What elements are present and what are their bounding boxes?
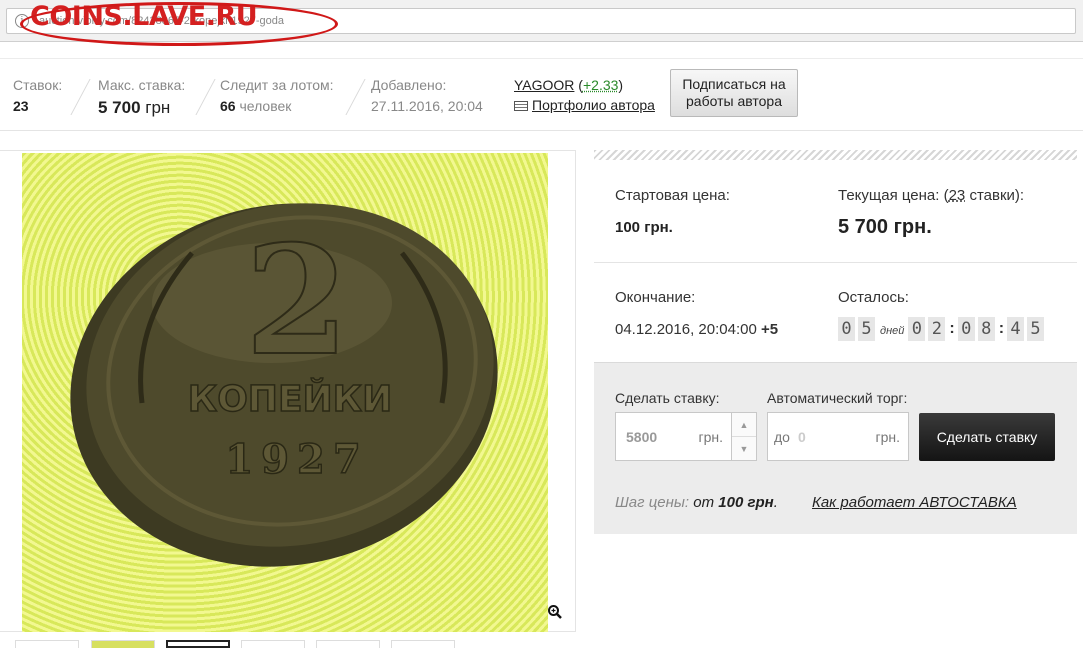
stepper-down-icon[interactable]: ▼: [732, 437, 756, 461]
countdown-timer: 0 5 дней 0 2 : 0 8 : 4 5: [838, 316, 1047, 342]
timer-digit: 2: [928, 317, 946, 341]
timer-digit: 5: [858, 317, 875, 341]
timer-digit: 0: [908, 317, 926, 341]
author-link[interactable]: YAGOOR: [514, 77, 574, 93]
end-label: Окончание:: [615, 289, 696, 306]
current-bids-link[interactable]: 23: [949, 187, 966, 204]
auto-bid-currency: грн.: [875, 429, 900, 445]
bid-label: Сделать ставку:: [615, 390, 720, 406]
price-step-info: Шаг цены: от 100 грн.: [615, 494, 778, 511]
thumbnail[interactable]: [316, 640, 380, 648]
zoom-icon[interactable]: [547, 604, 563, 620]
stat-added: Добавлено: 27.11.2016, 20:04: [371, 77, 483, 114]
bids-value: 23: [13, 98, 29, 114]
hatch-divider: [594, 150, 1077, 160]
days-label: дней: [880, 324, 905, 337]
stat-bids: Ставок: 23: [13, 77, 62, 114]
portfolio-link[interactable]: Портфолио автора: [532, 97, 655, 113]
step-value: 100 грн: [718, 494, 774, 511]
thumbnail[interactable]: [241, 640, 305, 648]
stat-max-bid: Макс. ставка: 5 700 грн: [98, 77, 185, 118]
timer-digit: 5: [1027, 317, 1045, 341]
place-bid-button[interactable]: Сделать ставку: [919, 413, 1055, 461]
subscribe-button[interactable]: Подписаться на работы автора: [670, 69, 798, 117]
timer-digit: 8: [977, 317, 995, 341]
watchers-unit: человек: [239, 98, 292, 114]
remaining-label: Осталось:: [838, 289, 909, 306]
end-timezone: +5: [760, 321, 779, 338]
author-block: YAGOOR (+2.33) Портфолио автора: [514, 77, 655, 113]
timer-digit: 0: [838, 317, 855, 341]
auto-bid-input[interactable]: до 0 грн.: [767, 412, 909, 461]
current-price-label: Текущая цена: (23 ставки):: [838, 187, 1025, 204]
auto-bid-label: Автоматический торг:: [767, 390, 908, 406]
bids-label: Ставок:: [13, 77, 63, 93]
thumbnail[interactable]: [91, 640, 155, 648]
subscribe-label-1: Подписаться на: [682, 76, 786, 92]
max-bid-currency: грн: [145, 98, 171, 117]
divider: [594, 262, 1077, 263]
coin-year: 1927: [225, 436, 368, 483]
portfolio-icon: [514, 101, 528, 112]
bid-currency: грн.: [698, 429, 723, 445]
added-label: Добавлено:: [371, 77, 447, 93]
current-price-value: 5 700 грн.: [838, 216, 932, 238]
watermark-ellipse: [20, 2, 338, 46]
max-bid-value: 5 700: [98, 98, 141, 117]
thumbnail[interactable]: [15, 640, 79, 648]
end-value: 04.12.2016, 20:04:00 +5: [615, 321, 779, 338]
author-rating[interactable]: +2.33: [583, 77, 618, 93]
stepper-up-icon[interactable]: ▲: [732, 413, 756, 437]
coin-image: 2 КОПЕЙКИ 1927: [70, 203, 498, 567]
thumbnail[interactable]: [391, 640, 455, 648]
divider: [195, 79, 216, 115]
timer-digit: 0: [957, 317, 975, 341]
bid-amount-input[interactable]: 5800 грн.: [615, 412, 732, 461]
start-price-label: Стартовая цена:: [615, 187, 730, 204]
divider: [70, 79, 91, 115]
timer-colon: :: [998, 320, 1005, 337]
auto-bid-prefix: до: [774, 429, 790, 445]
added-value: 27.11.2016, 20:04: [371, 98, 483, 114]
coin-word: КОПЕЙКИ: [188, 378, 392, 420]
stat-watchers: Следит за лотом: 66 человек: [220, 77, 334, 114]
timer-colon: :: [949, 320, 955, 337]
start-price-value: 100 грн.: [615, 219, 673, 236]
max-bid-label: Макс. ставка:: [98, 77, 186, 93]
autobid-help-link[interactable]: Как работает АВТОСТАВКА: [812, 494, 1017, 511]
bid-amount-value: 5800: [626, 429, 658, 445]
bid-stepper[interactable]: ▲ ▼: [731, 412, 757, 461]
lot-stats-bar: Ставок: 23 Макс. ставка: 5 700 грн Следи…: [0, 58, 1083, 131]
watchers-value: 66: [220, 98, 236, 114]
auto-bid-value: 0: [798, 429, 806, 445]
divider: [345, 79, 366, 115]
timer-digit: 4: [1007, 317, 1025, 341]
coin-denomination: 2: [245, 213, 349, 389]
subscribe-label-2: работы автора: [686, 93, 782, 109]
watchers-label: Следит за лотом:: [220, 77, 334, 93]
lot-photo[interactable]: 2 КОПЕЙКИ 1927: [22, 153, 548, 632]
thumbnail-selected[interactable]: [166, 640, 230, 648]
